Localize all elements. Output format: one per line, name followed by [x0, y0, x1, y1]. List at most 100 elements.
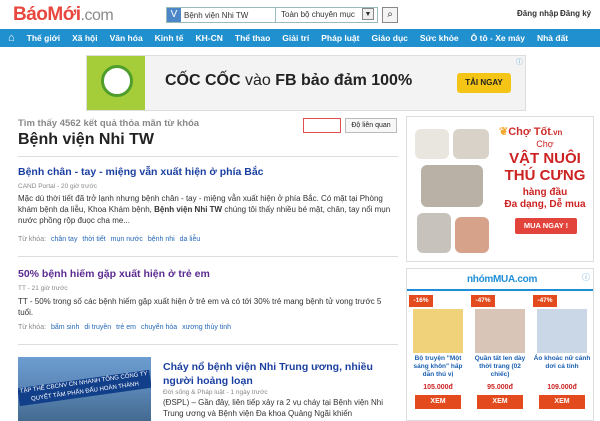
divider [18, 344, 398, 345]
product-image [413, 309, 463, 353]
nav-item-phap-luat[interactable]: Pháp luật [315, 33, 365, 43]
article-title[interactable]: Bệnh chân - tay - miệng vẫn xuất hiện ở … [18, 166, 264, 178]
tag-link[interactable]: trẻ em [116, 324, 136, 331]
article-tags: Từ khóa: chân tay thời tiết mụn nước bện… [18, 236, 200, 243]
discount-badge: -47% [471, 295, 495, 307]
brand-name: Chợ Tốt [508, 126, 551, 138]
top-bar: BáoMới.com V Bệnh viện Nhi TW Toàn bộ ch… [0, 0, 600, 30]
pets-image [411, 121, 493, 257]
article-snippet: (ĐSPL) – Gần đây, liên tiếp xảy ra 2 vụ … [163, 398, 383, 418]
nav-item-giao-duc[interactable]: Giáo dục [366, 33, 414, 43]
tag-link[interactable]: chân tay [51, 236, 77, 243]
nav-item-xa-hoi[interactable]: Xã hội [66, 33, 104, 43]
article-snippet: Mặc dù thời tiết đã trở lạnh nhưng bệnh … [18, 193, 398, 226]
ad-info-icon[interactable]: ⓘ [582, 272, 590, 283]
ad-line-3a: hàng đầu [522, 187, 568, 198]
view-button[interactable]: XEM [539, 395, 585, 409]
product-card[interactable]: -47% Quần tất len dày thời trang (02 chi… [471, 295, 529, 421]
view-button[interactable]: XEM [477, 395, 523, 409]
site-logo[interactable]: BáoMới.com [13, 4, 114, 26]
tag-link[interactable]: chuyển hóa [141, 324, 177, 331]
article-title[interactable]: 50% bệnh hiếm gặp xuất hiện ở trẻ em [18, 268, 210, 280]
ad-text-1: CỐC CỐC [165, 72, 241, 89]
ad-text-3: FB bảo đảm 100% [275, 72, 413, 89]
bird-image [417, 213, 451, 253]
article-meta: Đời sống & Pháp luật - 1 ngày trước [163, 389, 268, 396]
chotot-ad[interactable]: ❦Chợ Tốt.vn Chợ VẬT NUÔI THÚ CƯNG hàng đầ… [406, 116, 594, 262]
product-name: Áo khoác nữ cánh dơi cá tính [533, 355, 591, 370]
tag-link[interactable]: thời tiết [82, 236, 105, 243]
brand-suffix: .vn [550, 128, 563, 137]
ad-line-3: hàng đầu Đa dạng, Dễ mua [499, 187, 591, 211]
tag-link[interactable]: di truyền [84, 324, 111, 331]
tags-label: Từ khóa: [18, 236, 47, 243]
tags-label: Từ khóa: [18, 324, 47, 331]
home-icon[interactable]: ⌂ [8, 32, 15, 44]
nav-item-o-to-xe-may[interactable]: Ô tô - Xe máy [465, 33, 531, 43]
download-now-button[interactable]: TẢI NGAY [457, 73, 511, 93]
search-query: Bệnh viện Nhi TW [184, 10, 249, 20]
rooster-image [455, 217, 489, 253]
scope-value: Toàn bộ chuyên mục [281, 10, 355, 19]
tag-link[interactable]: bệnh nhi [148, 236, 175, 243]
nav-item-nha-dat[interactable]: Nhà đất [531, 33, 574, 43]
search-button[interactable]: ⌕ [382, 7, 398, 23]
register-link[interactable]: Đăng ký [560, 9, 591, 18]
nav-item-giai-tri[interactable]: Giải trí [276, 33, 315, 43]
nav-item-the-thao[interactable]: Thể thao [229, 33, 276, 43]
top-banner-ad[interactable]: CỐC CỐC vào FB bảo đảm 100% TẢI NGAY ⓘ [86, 55, 526, 111]
date-filter-input[interactable] [303, 118, 341, 133]
leaf-icon: ❦ [499, 126, 509, 138]
snippet-highlight: Bệnh viện Nhi TW [154, 205, 223, 214]
nhommua-ad[interactable]: nhómMUA.com ⓘ -16% Bộ truyện "Một sáng k… [406, 268, 594, 421]
search-v-icon: V [167, 8, 181, 22]
dog-image [421, 165, 483, 207]
ad-line-2b: THÚ CƯNG [504, 167, 586, 184]
product-card[interactable]: -16% Bộ truyện "Một sáng khôn" hấp dẫn t… [409, 295, 467, 421]
ad-line-3b: Đa dạng, Dễ mua [504, 199, 586, 210]
article-title[interactable]: Cháy nổ bệnh viện Nhi Trung ương, nhiều … [163, 360, 398, 388]
divider [18, 256, 398, 257]
logo-part-1: Báo [13, 4, 48, 25]
ad-info-icon[interactable]: ⓘ [516, 57, 523, 67]
ad-line-1: Chợ [536, 139, 554, 149]
product-image [537, 309, 587, 353]
buy-now-button[interactable]: MUA NGAY ! [515, 218, 577, 234]
product-name: Quần tất len dày thời trang (02 chiếc) [474, 355, 526, 378]
tag-link[interactable]: da liễu [180, 236, 201, 243]
nav-item-the-gioi[interactable]: Thế giới [21, 33, 66, 43]
ad-text-2: vào [240, 72, 276, 89]
scope-select[interactable]: Toàn bộ chuyên mục ▼ [275, 7, 375, 23]
article-tags: Từ khóa: bẩm sinh di truyền trẻ em chuyể… [18, 324, 231, 331]
page-title: Bệnh viện Nhi TW [18, 131, 154, 148]
chotot-logo: ❦Chợ Tốt.vn [499, 125, 562, 138]
product-price: 95.000đ [487, 384, 513, 391]
sort-relevance-button[interactable]: Độ liên quan [345, 118, 397, 133]
article-snippet: TT - 50% trong số các bệnh hiếm gặp xuất… [18, 297, 382, 317]
nav-item-suc-khoe[interactable]: Sức khỏe [414, 33, 465, 43]
product-price: 109.000đ [547, 384, 577, 391]
product-price: 105.000đ [423, 384, 453, 391]
tag-link[interactable]: xương thủy tinh [182, 324, 231, 331]
chevron-down-icon[interactable]: ▼ [362, 8, 374, 20]
article-meta: CAND Portal - 20 giờ trước [18, 183, 97, 190]
login-link[interactable]: Đăng nhập [517, 9, 558, 18]
article-thumbnail[interactable]: TẬP THỂ CBCNV CN NHANH TÔNG CÔNG TY QUYẾ… [18, 357, 151, 421]
ad-headline: CỐC CỐC vào FB bảo đảm 100% [165, 72, 412, 90]
discount-badge: -16% [409, 295, 433, 307]
results-count: Tìm thấy 4562 kết quả thỏa mãn từ khóa [18, 118, 200, 129]
nav-item-kh-cn[interactable]: KH-CN [189, 33, 228, 43]
product-card[interactable]: -47% Áo khoác nữ cánh dơi cá tính 109.00… [533, 295, 591, 421]
cat-image [415, 129, 449, 159]
ad-line-2: VẬT NUÔI THÚ CƯNG [499, 150, 591, 184]
tag-link[interactable]: bẩm sinh [51, 324, 79, 331]
tag-link[interactable]: mụn nước [111, 236, 143, 243]
logo-part-2: Mới [47, 4, 81, 25]
logo-part-3: .com [80, 7, 114, 24]
cat-image [453, 129, 489, 159]
nhommua-logo: nhómMUA.com [467, 274, 538, 285]
nav-item-van-hoa[interactable]: Văn hóa [104, 33, 149, 43]
nav-item-kinh-te[interactable]: Kinh tế [149, 33, 190, 43]
nhommua-header: nhómMUA.com ⓘ [407, 269, 593, 291]
view-button[interactable]: XEM [415, 395, 461, 409]
